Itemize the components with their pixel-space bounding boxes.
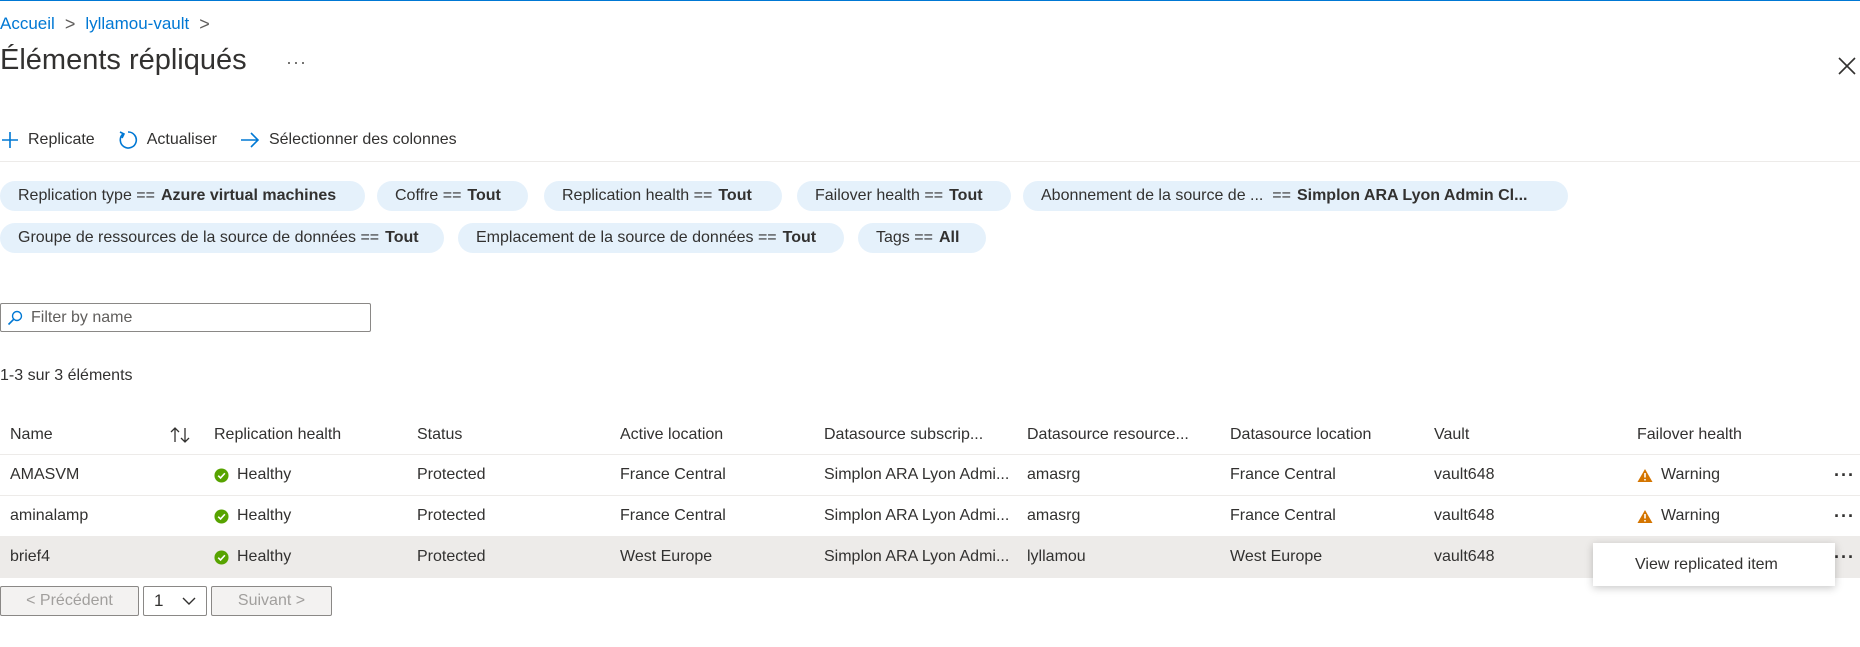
column-header-replication-health[interactable]: Replication health — [214, 416, 341, 454]
cell-name[interactable]: aminalamp — [10, 496, 88, 536]
cell-replication-health: Healthy — [214, 537, 291, 577]
column-header-status[interactable]: Status — [417, 416, 462, 454]
cell-datasource-resource: amasrg — [1027, 466, 1081, 483]
cell-active-location: France Central — [620, 466, 726, 483]
check-circle-icon — [214, 467, 229, 483]
filter-by-name-box — [0, 303, 371, 332]
page-number: 1 — [154, 591, 164, 610]
cell-datasource-subscription: Simplon ARA Lyon Admi... — [824, 548, 1010, 565]
cell-status: Protected — [417, 466, 486, 483]
cell-datasource-location: France Central — [1230, 466, 1336, 483]
close-icon — [1838, 57, 1856, 75]
item-count: 1-3 sur 3 éléments — [0, 367, 133, 384]
check-circle-icon — [214, 549, 229, 565]
column-header-failover-health[interactable]: Failover health — [1637, 416, 1742, 454]
cell-datasource-location: France Central — [1230, 507, 1336, 524]
column-header-active-location[interactable]: Active location — [620, 416, 723, 454]
table-header-row: Name Replication health Status Active lo… — [0, 416, 1860, 455]
row-more-button[interactable]: ··· — [1834, 496, 1855, 536]
cell-active-location: France Central — [620, 507, 726, 524]
replicated-items-grid: Name Replication health Status Active lo… — [0, 416, 1860, 578]
table-row[interactable]: AMASVM Healthy Protected France Central … — [0, 455, 1860, 496]
toolbar-divider — [0, 161, 1860, 162]
filter-pill-failover-health[interactable]: Failover health == Tout — [797, 181, 1011, 211]
table-row[interactable]: brief4 Healthy Protected West Europe Sim… — [0, 537, 1860, 578]
filter-by-name-input[interactable] — [29, 307, 363, 328]
cell-vault: vault648 — [1434, 507, 1495, 524]
command-bar: Replicate Actualiser Sélectionner des co… — [0, 126, 479, 154]
cell-failover-health: Warning — [1637, 455, 1720, 495]
cell-status: Protected — [417, 548, 486, 565]
breadcrumb-home-link[interactable]: Accueil — [0, 14, 55, 34]
row-context-menu: View replicated item — [1593, 543, 1835, 586]
filter-pill-resource-group[interactable]: Groupe de ressources de la source de don… — [0, 223, 444, 253]
top-accent-line — [0, 0, 1860, 1]
table-row[interactable]: aminalamp Healthy Protected France Centr… — [0, 496, 1860, 537]
chevron-down-icon — [182, 597, 196, 605]
next-page-button[interactable]: Suivant > — [211, 586, 332, 616]
cell-name[interactable]: brief4 — [10, 537, 50, 577]
previous-page-button[interactable]: < Précédent — [0, 586, 139, 616]
search-icon — [7, 310, 23, 325]
cell-datasource-resource: amasrg — [1027, 507, 1081, 524]
arrow-right-icon — [240, 132, 260, 148]
column-header-vault[interactable]: Vault — [1434, 416, 1469, 454]
view-replicated-item-menu-item[interactable]: View replicated item — [1593, 556, 1778, 574]
sort-icon — [170, 427, 190, 443]
pagination: < Précédent 1 Suivant > — [0, 586, 332, 616]
breadcrumb-vault-link[interactable]: lyllamou-vault — [85, 14, 189, 34]
column-header-datasource-subscription[interactable]: Datasource subscrip... — [824, 416, 983, 454]
warning-triangle-icon — [1637, 509, 1653, 523]
cell-datasource-location: West Europe — [1230, 548, 1323, 565]
refresh-icon — [119, 131, 137, 149]
breadcrumb: Accueil > lyllamou-vault > — [0, 13, 210, 35]
cell-status: Protected — [417, 507, 486, 524]
check-circle-icon — [214, 508, 229, 524]
cell-datasource-subscription: Simplon ARA Lyon Admi... — [824, 507, 1010, 524]
cell-replication-health: Healthy — [214, 455, 291, 495]
column-header-datasource-resource[interactable]: Datasource resource... — [1027, 416, 1189, 454]
refresh-button[interactable]: Actualiser — [117, 129, 217, 151]
filter-pill-tags[interactable]: Tags == All — [858, 223, 986, 253]
filter-pill-replication-type[interactable]: Replication type == Azure virtual machine… — [0, 181, 365, 211]
cell-replication-health: Healthy — [214, 496, 291, 536]
page-title: Éléments répliqués — [0, 44, 247, 76]
replicate-button[interactable]: Replicate — [0, 130, 95, 150]
breadcrumb-separator: > — [199, 13, 210, 34]
column-header-name[interactable]: Name — [10, 416, 53, 454]
breadcrumb-separator: > — [64, 13, 76, 34]
refresh-label: Actualiser — [146, 131, 217, 148]
row-more-button[interactable]: ··· — [1834, 537, 1855, 577]
cell-vault: vault648 — [1434, 548, 1495, 565]
cell-datasource-resource: lyllamou — [1027, 548, 1086, 565]
cell-name[interactable]: AMASVM — [10, 455, 79, 495]
sort-button[interactable] — [169, 416, 191, 454]
replicate-label: Replicate — [28, 131, 95, 148]
cell-datasource-subscription: Simplon ARA Lyon Admi... — [824, 466, 1010, 483]
row-more-button[interactable]: ··· — [1834, 455, 1855, 495]
cell-active-location: West Europe — [620, 548, 713, 565]
filter-pill-vault[interactable]: Coffre == Tout — [377, 181, 528, 211]
filter-pill-subscription[interactable]: Abonnement de la source de ... == Simplon… — [1023, 181, 1568, 211]
select-columns-label: Sélectionner des colonnes — [268, 131, 457, 148]
title-more-button[interactable]: ··· — [286, 52, 307, 73]
cell-vault: vault648 — [1434, 466, 1495, 483]
warning-triangle-icon — [1637, 468, 1653, 482]
filter-pill-replication-health[interactable]: Replication health == Tout — [544, 181, 782, 211]
close-button[interactable] — [1836, 55, 1858, 77]
cell-failover-health: Warning — [1637, 496, 1720, 536]
plus-icon — [2, 132, 18, 148]
column-header-datasource-location[interactable]: Datasource location — [1230, 416, 1371, 454]
page-select[interactable]: 1 — [143, 586, 207, 616]
filter-pill-location[interactable]: Emplacement de la source de données == To… — [458, 223, 844, 253]
select-columns-button[interactable]: Sélectionner des colonnes — [239, 130, 457, 150]
